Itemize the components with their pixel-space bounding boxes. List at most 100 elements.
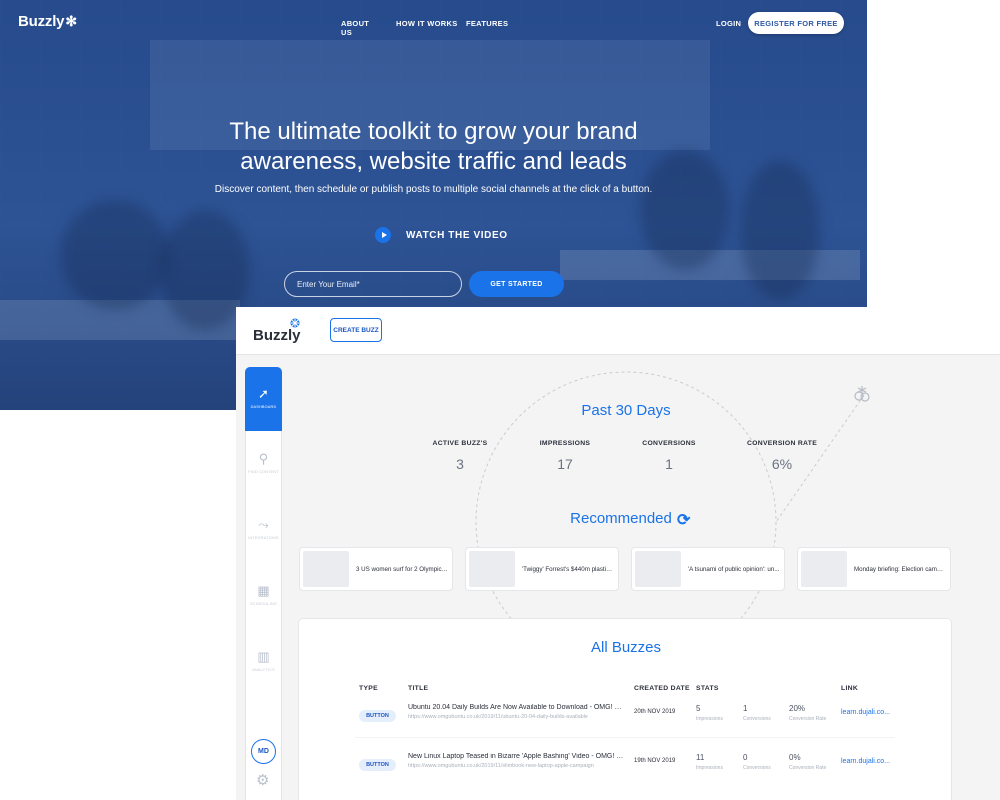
avatar[interactable]: MD: [251, 739, 276, 764]
recommended-title: Recommended: [570, 510, 672, 527]
register-button[interactable]: REGISTER FOR FREE: [748, 12, 844, 34]
card-title: 3 US women surf for 2 Olympic b...: [356, 566, 448, 573]
hero-background-person: [60, 200, 170, 310]
calendar-icon: ▦: [257, 583, 270, 598]
impressions-value: 5: [696, 704, 701, 713]
sidebar-item-label: DASHBOARD: [250, 405, 277, 409]
sidebar-item-dashboard[interactable]: ➚ DASHBOARD: [245, 367, 282, 431]
stat-value: 3: [456, 456, 464, 472]
buzz-link[interactable]: learn.dujali.co...: [841, 709, 890, 716]
type-badge: BUTTON: [359, 710, 396, 722]
recommended-card[interactable]: 'Twiggy' Forrest's $440m plastics...: [465, 547, 619, 591]
hero-title: The ultimate toolkit to grow your brand …: [200, 117, 667, 177]
email-input[interactable]: [284, 271, 462, 297]
nav-features[interactable]: FEATURES: [466, 19, 508, 28]
watch-video-label: WATCH THE VIDEO: [406, 229, 508, 241]
conversions-label: Conversions: [743, 716, 771, 722]
stat-value: 1: [665, 456, 673, 472]
card-thumbnail: [469, 551, 515, 587]
sidebar-item-label: SCHEDULING: [250, 602, 277, 606]
impressions-label: Impressions: [696, 765, 723, 771]
conversions-label: Conversions: [743, 765, 771, 771]
all-buzzes-panel: All Buzzes TYPE TITLE CREATED DATE STATS…: [298, 618, 952, 800]
buzz-link[interactable]: learn.dujali.co...: [841, 758, 890, 765]
sidebar-item-label: FIND CONTENT: [248, 470, 279, 474]
column-header: CREATED DATE: [634, 685, 690, 692]
conversions-value: 1: [743, 704, 748, 713]
integrations-icon: ⤳: [258, 517, 269, 532]
hero-title-line: awareness, website traffic and leads: [240, 148, 627, 175]
hero-subtitle: Discover content, then schedule or publi…: [214, 184, 653, 195]
stat-value: 17: [557, 456, 573, 472]
hero-background-person: [740, 160, 820, 300]
impressions-label: Impressions: [696, 716, 723, 722]
column-header: STATS: [696, 685, 719, 692]
stat-label: CONVERSION RATE: [746, 440, 818, 447]
stat-value: 6%: [771, 456, 793, 472]
sidebar-item-find-content[interactable]: ⚲ FIND CONTENT: [245, 452, 282, 516]
sidebar: ➚ DASHBOARD ⚲ FIND CONTENT ⤳ INTEGRATION…: [245, 367, 282, 800]
card-title: Monday briefing: Election campa...: [854, 566, 946, 573]
sidebar-item-scheduling[interactable]: ▦ SCHEDULING: [245, 584, 282, 648]
sidebar-item-label: ANALYTICS: [252, 668, 275, 672]
impressions-value: 11: [696, 753, 705, 762]
bar-chart-icon: ▥: [257, 649, 270, 664]
buzz-title[interactable]: New Linux Laptop Teased in Bizarre 'Appl…: [408, 753, 626, 760]
card-title: 'Twiggy' Forrest's $440m plastics...: [522, 566, 614, 573]
conversion-rate-value: 0%: [789, 753, 801, 762]
gear-icon[interactable]: ⚙: [256, 773, 269, 788]
row-divider: [355, 737, 895, 738]
card-thumbnail: [801, 551, 847, 587]
created-date: 19th NOV 2019: [634, 758, 676, 764]
type-badge: BUTTON: [359, 759, 396, 771]
watch-video-button[interactable]: WATCH THE VIDEO: [375, 227, 508, 243]
bee-icon: [854, 386, 870, 402]
refresh-icon[interactable]: ⟳: [677, 510, 690, 530]
stat-conversions: CONVERSIONS 1: [614, 440, 724, 472]
stat-label: ACTIVE BUZZ'S: [432, 440, 488, 447]
stat-active-buzzes: ACTIVE BUZZ'S 3: [405, 440, 515, 472]
conversion-rate-label: Conversion Rate: [789, 716, 827, 722]
logo-mark-icon: [290, 318, 300, 328]
get-started-button[interactable]: GET STARTED: [469, 271, 564, 297]
buzz-url: https://www.omgubuntu.co.uk/2019/11/slim…: [408, 763, 594, 769]
column-header: LINK: [841, 685, 859, 692]
search-icon: ⚲: [258, 451, 269, 466]
card-thumbnail: [303, 551, 349, 587]
buzz-title[interactable]: Ubuntu 20.04 Daily Builds Are Now Availa…: [408, 704, 626, 711]
app-logo[interactable]: Buzzly: [253, 327, 301, 344]
sidebar-item-integrations[interactable]: ⤳ INTEGRATIONS: [245, 518, 282, 582]
stat-label: IMPRESSIONS: [539, 440, 591, 447]
stat-impressions: IMPRESSIONS 17: [510, 440, 620, 472]
all-buzzes-title: All Buzzes: [590, 639, 662, 656]
created-date: 20th NOV 2019: [634, 709, 676, 715]
column-header: TITLE: [408, 685, 429, 692]
logo-mark-icon: ✻: [65, 13, 77, 29]
play-icon: [375, 227, 391, 243]
nav-how-it-works[interactable]: HOW IT WORKS: [396, 19, 458, 28]
login-link[interactable]: LOGIN: [716, 19, 741, 28]
create-buzz-button[interactable]: CREATE BUZZ: [330, 318, 382, 342]
sidebar-item-label: INTEGRATIONS: [248, 536, 279, 540]
buzz-url: https://www.omgubuntu.co.uk/2019/11/ubun…: [408, 714, 588, 720]
stat-conversion-rate: CONVERSION RATE 6%: [727, 440, 837, 472]
conversions-value: 0: [743, 753, 748, 762]
dashboard-app: Buzzly CREATE BUZZ ➚ DASHBOARD ⚲ FIND CO…: [236, 307, 1000, 800]
app-header: Buzzly CREATE BUZZ: [236, 307, 1000, 355]
card-title: 'A tsunami of public opinion': un...: [688, 566, 780, 573]
brand-logo-text: Buzzly: [18, 13, 65, 30]
conversion-rate-value: 20%: [789, 704, 806, 713]
conversion-rate-label: Conversion Rate: [789, 765, 827, 771]
recommended-card[interactable]: 'A tsunami of public opinion': un...: [631, 547, 785, 591]
recommended-card[interactable]: Monday briefing: Election campa...: [797, 547, 951, 591]
hero-title-line: The ultimate toolkit to grow your brand: [229, 118, 638, 145]
period-title: Past 30 Days: [581, 402, 671, 419]
card-thumbnail: [635, 551, 681, 587]
arrow-icon: ➚: [258, 386, 269, 401]
nav-about-us[interactable]: ABOUT US: [341, 19, 369, 37]
recommended-card[interactable]: 3 US women surf for 2 Olympic b...: [299, 547, 453, 591]
sidebar-item-analytics[interactable]: ▥ ANALYTICS: [245, 650, 282, 714]
stat-label: CONVERSIONS: [642, 440, 696, 447]
brand-logo[interactable]: Buzzly✻: [18, 13, 77, 30]
column-header: TYPE: [359, 685, 378, 692]
